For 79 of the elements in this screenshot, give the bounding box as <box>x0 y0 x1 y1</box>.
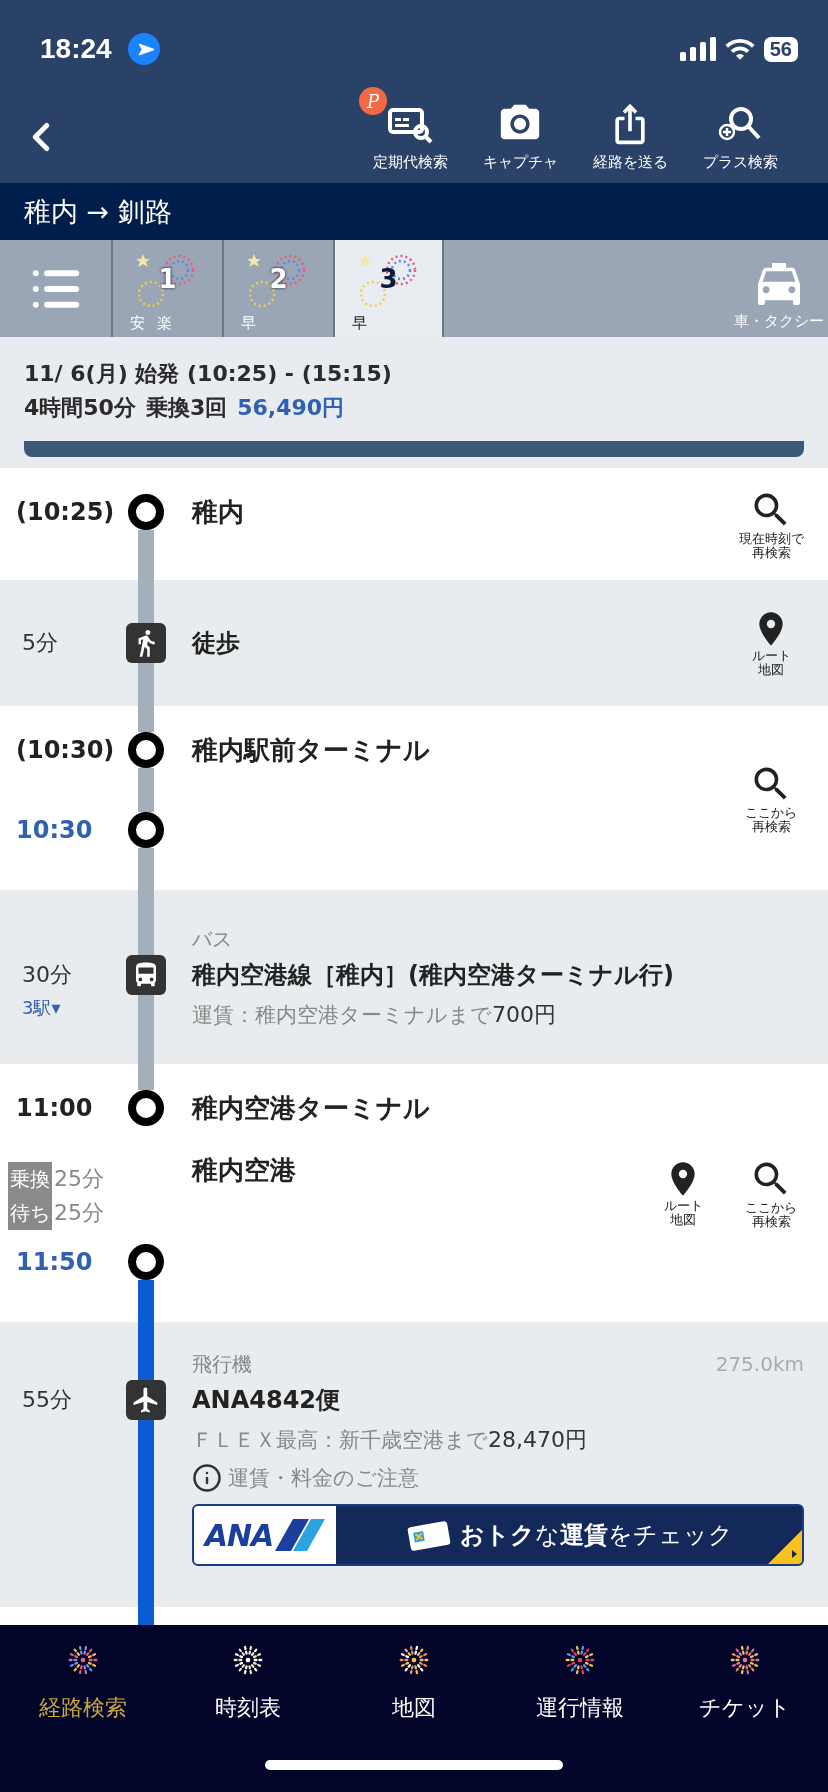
action-label: ルート <box>663 1198 703 1213</box>
stop-time: 10:30 <box>16 815 93 846</box>
distance: 275.0km <box>715 1352 804 1376</box>
station-name: 稚内駅前ターミナル <box>192 734 430 767</box>
points-badge: P <box>359 87 387 115</box>
research-button[interactable]: 現在時刻で 再検索 <box>736 487 806 561</box>
transport-type: 飛行機 <box>192 1350 252 1378</box>
bus-icon <box>126 955 166 995</box>
action-label: ここから <box>745 1200 797 1215</box>
route-tag: 早 <box>241 314 256 333</box>
route-tag: 早 <box>352 314 367 333</box>
leg-name: 稚内空港線［稚内］(稚内空港ターミナル行) <box>192 960 675 991</box>
research-button[interactable]: ここから 再検索 <box>736 1156 806 1230</box>
action-label: ここから <box>745 805 797 820</box>
fare-banner[interactable]: ANA おトクな運賃をチェック <box>192 1504 804 1566</box>
leg-name: 徒歩 <box>192 628 241 659</box>
signal-icon <box>679 37 716 61</box>
plane-icon <box>126 1380 166 1420</box>
stops-link[interactable]: 3駅▾ <box>22 995 61 1021</box>
status-time: 18:24 <box>40 33 112 65</box>
stop-dot <box>128 732 164 768</box>
stop-time: (10:30) <box>16 735 115 766</box>
wait-label: 待ち <box>8 1196 52 1230</box>
fare-text: 運賃：稚内空港ターミナルまで700円 <box>192 1001 557 1029</box>
route-tag: 楽 <box>157 314 172 333</box>
nav-tab[interactable]: チケット <box>662 1625 828 1760</box>
station-name: 稚内空港ターミナル <box>192 1092 430 1125</box>
route-map-button[interactable]: ルート 地図 <box>736 608 806 678</box>
fare-text: ＦＬＥＸ最高：新千歳空港まで28,470円 <box>192 1426 588 1454</box>
route-map-button[interactable]: ルート 地図 <box>648 1158 718 1228</box>
transport-type: バス <box>192 925 232 953</box>
route-number: 2 <box>268 264 289 294</box>
action-label: 現在時刻で <box>738 531 804 546</box>
route-tag: 安 <box>130 314 145 333</box>
stop-dot <box>128 494 164 530</box>
total-fare: 56,490円 <box>237 394 345 422</box>
date-time-range: 11/ 6(月) 始発 (10:25) - (15:15) <box>24 360 392 388</box>
leg-duration: 55分 <box>22 1386 73 1414</box>
total-duration: 4時間50分 <box>24 394 136 422</box>
walking-person-icon <box>126 623 166 663</box>
banner-text: おトクな運賃をチェック <box>459 1520 733 1551</box>
nav-tab[interactable]: 地図 <box>331 1625 497 1760</box>
action-label: 再検索 <box>751 820 791 835</box>
airline-logo: ANA <box>204 1517 274 1553</box>
action-label: 再検索 <box>751 546 791 561</box>
info-icon <box>192 1463 222 1493</box>
toolbar-button[interactable]: 経路を送る <box>575 101 685 172</box>
nav-tab[interactable]: 運行情報 <box>496 1625 663 1760</box>
transfer-count: 乗換3回 <box>145 394 228 422</box>
logo-stripes-icon <box>275 1517 326 1553</box>
action-label: 地図 <box>758 663 784 678</box>
corner-arrow-icon <box>768 1530 802 1564</box>
stop-dot <box>128 1090 164 1126</box>
action-label: ルート <box>751 648 791 663</box>
station-name: 稚内 <box>192 496 244 529</box>
action-label: 地図 <box>670 1213 696 1228</box>
station-name: 稚内空港 <box>192 1154 296 1187</box>
route-number: 1 <box>157 264 178 294</box>
leg-duration: 30分 <box>22 961 73 989</box>
stop-time: 11:50 <box>16 1247 93 1278</box>
toolbar-button[interactable]: プラス検索 <box>685 101 795 172</box>
stop-dot <box>128 1244 164 1280</box>
wait-time: 25分 <box>54 1165 104 1193</box>
route-number: 3 <box>378 264 399 294</box>
stop-dot <box>128 812 164 848</box>
stop-time: (10:25) <box>16 497 115 528</box>
nav-tab[interactable]: 時刻表 <box>165 1625 332 1760</box>
wait-time: 25分 <box>54 1199 104 1227</box>
result-tab[interactable]: 3 早 <box>333 240 444 337</box>
battery-level: 56 <box>763 36 798 62</box>
action-label: 再検索 <box>751 1215 791 1230</box>
stop-time: 11:00 <box>16 1093 93 1124</box>
leg-duration: 5分 <box>22 629 59 657</box>
wait-label: 乗換 <box>8 1162 52 1196</box>
research-button[interactable]: ここから 再検索 <box>736 761 806 835</box>
leg-name: ANA4842便 <box>192 1385 342 1416</box>
route-title: 稚内 → 釧路 <box>0 183 828 240</box>
toolbar-button[interactable]: キャプチャ <box>465 101 575 172</box>
nav-tab[interactable]: 経路検索 <box>0 1625 166 1760</box>
